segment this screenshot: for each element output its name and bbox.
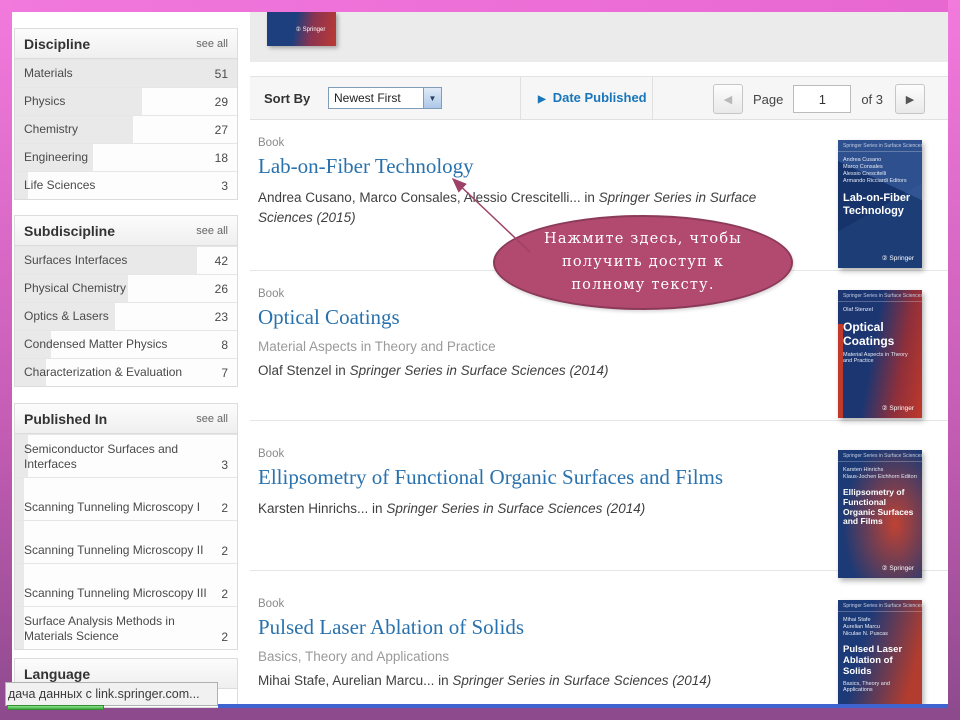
result-byline: Mihai Stafe, Aurelian Marcu... in Spring…	[258, 671, 810, 691]
content-type-label: Book	[258, 448, 810, 460]
next-page-button[interactable]: ▶	[895, 84, 925, 114]
facet-item-materials[interactable]: Materials51	[15, 59, 237, 87]
result-ellipsometry: Book Ellipsometry of Functional Organic …	[258, 448, 810, 519]
facet-subdiscipline: see all Subdiscipline Surfaces Interface…	[14, 215, 238, 387]
facet-item-engineering[interactable]: Engineering18	[15, 143, 237, 171]
facet-discipline: see all Discipline Materials51 Physics29…	[14, 28, 238, 200]
page-number-input[interactable]	[793, 85, 851, 113]
facet-subdiscipline-header: see all Subdiscipline	[15, 216, 237, 246]
date-published-link[interactable]: ▶Date Published	[538, 90, 647, 105]
sort-by-label: Sort By	[264, 91, 310, 106]
page-of-label: of 3	[861, 92, 883, 107]
browser-status-bar: дача данных с link.springer.com...	[5, 682, 218, 706]
chevron-down-icon: ▼	[423, 88, 441, 108]
arrow-right-icon: ▶	[906, 93, 914, 106]
facet-item-life-sciences[interactable]: Life Sciences3	[15, 171, 237, 199]
facet-item-semiconductor-surfaces[interactable]: Semiconductor Surfaces and Interfaces3	[15, 434, 237, 477]
book-cover-pulsed-laser[interactable]: Springer Series in Surface Sciences Miha…	[838, 600, 922, 704]
slide-border-top	[0, 0, 960, 12]
result-title-link[interactable]: Pulsed Laser Ablation of Solids	[258, 615, 810, 640]
springer-logo: ② Springer	[882, 404, 914, 412]
slide-border-left	[0, 0, 12, 720]
facet-item-surfaces-interfaces[interactable]: Surfaces Interfaces42	[15, 246, 237, 274]
result-separator	[250, 420, 948, 421]
springer-logo: ② Springer	[882, 254, 914, 262]
published-in-see-all-link[interactable]: see all	[196, 404, 228, 434]
toolbar-divider	[652, 77, 653, 119]
book-cover-lab-on-fiber[interactable]: Springer Series in Surface Sciences Andr…	[838, 140, 922, 268]
callout-arrow	[440, 168, 550, 260]
springer-logo: ② Springer	[296, 26, 326, 33]
facet-published-in: see all Published In Semiconductor Surfa…	[14, 403, 238, 650]
discipline-see-all-link[interactable]: see all	[196, 29, 228, 59]
book-cover-ellipsometry[interactable]: Springer Series in Surface Sciences Kars…	[838, 450, 922, 578]
facet-item-stm-3[interactable]: Scanning Tunneling Microscopy III2	[15, 563, 237, 606]
results-top-band	[250, 12, 948, 62]
springer-logo: ② Springer	[882, 564, 914, 572]
page-label: Page	[753, 92, 783, 107]
facet-item-stm-2[interactable]: Scanning Tunneling Microscopy II2	[15, 520, 237, 563]
slide-border-right	[948, 0, 960, 720]
content-type-label: Book	[258, 598, 810, 610]
result-title-link[interactable]: Ellipsometry of Functional Organic Surfa…	[258, 465, 810, 490]
partial-book-cover[interactable]: ② Springer	[267, 12, 336, 46]
facet-item-condensed-matter[interactable]: Condensed Matter Physics8	[15, 330, 237, 358]
result-title-link[interactable]: Optical Coatings	[258, 305, 810, 330]
presentation-slide: ② Springer see all Discipline Materials5…	[0, 0, 960, 720]
facet-item-characterization[interactable]: Characterization & Evaluation7	[15, 358, 237, 386]
facet-published-in-header: see all Published In	[15, 404, 237, 434]
slide-border-bottom	[0, 708, 960, 720]
result-pulsed-laser: Book Pulsed Laser Ablation of Solids Bas…	[258, 598, 810, 691]
sort-order-select[interactable]: Newest First ▼	[328, 87, 442, 109]
book-cover-optical-coatings[interactable]: Springer Series in Surface Sciences Olaf…	[838, 290, 922, 418]
result-optical-coatings: Book Optical Coatings Material Aspects i…	[258, 288, 810, 381]
content-type-label: Book	[258, 137, 810, 149]
facet-item-stm-1[interactable]: Scanning Tunneling Microscopy I2	[15, 477, 237, 520]
sort-toolbar: Sort By Newest First ▼ ▶Date Published ◀…	[250, 76, 948, 120]
facet-discipline-header: see all Discipline	[15, 29, 237, 59]
triangle-right-icon: ▶	[538, 94, 546, 105]
result-byline: Olaf Stenzel in Springer Series in Surfa…	[258, 361, 810, 381]
facet-item-surface-analysis[interactable]: Surface Analysis Methods in Materials Sc…	[15, 606, 237, 649]
facet-item-physics[interactable]: Physics29	[15, 87, 237, 115]
facet-item-chemistry[interactable]: Chemistry27	[15, 115, 237, 143]
pagination: ◀ Page of 3 ▶	[713, 84, 925, 114]
previous-page-button[interactable]: ◀	[713, 84, 743, 114]
subdiscipline-see-all-link[interactable]: see all	[196, 216, 228, 246]
facet-item-optics-lasers[interactable]: Optics & Lasers23	[15, 302, 237, 330]
status-progress-bar	[7, 705, 104, 710]
result-subtitle: Material Aspects in Theory and Practice	[258, 339, 810, 354]
arrow-left-icon: ◀	[724, 93, 732, 106]
result-subtitle: Basics, Theory and Applications	[258, 649, 810, 664]
facet-item-physical-chemistry[interactable]: Physical Chemistry26	[15, 274, 237, 302]
result-byline: Karsten Hinrichs... in Springer Series i…	[258, 499, 810, 519]
toolbar-divider	[520, 77, 521, 119]
